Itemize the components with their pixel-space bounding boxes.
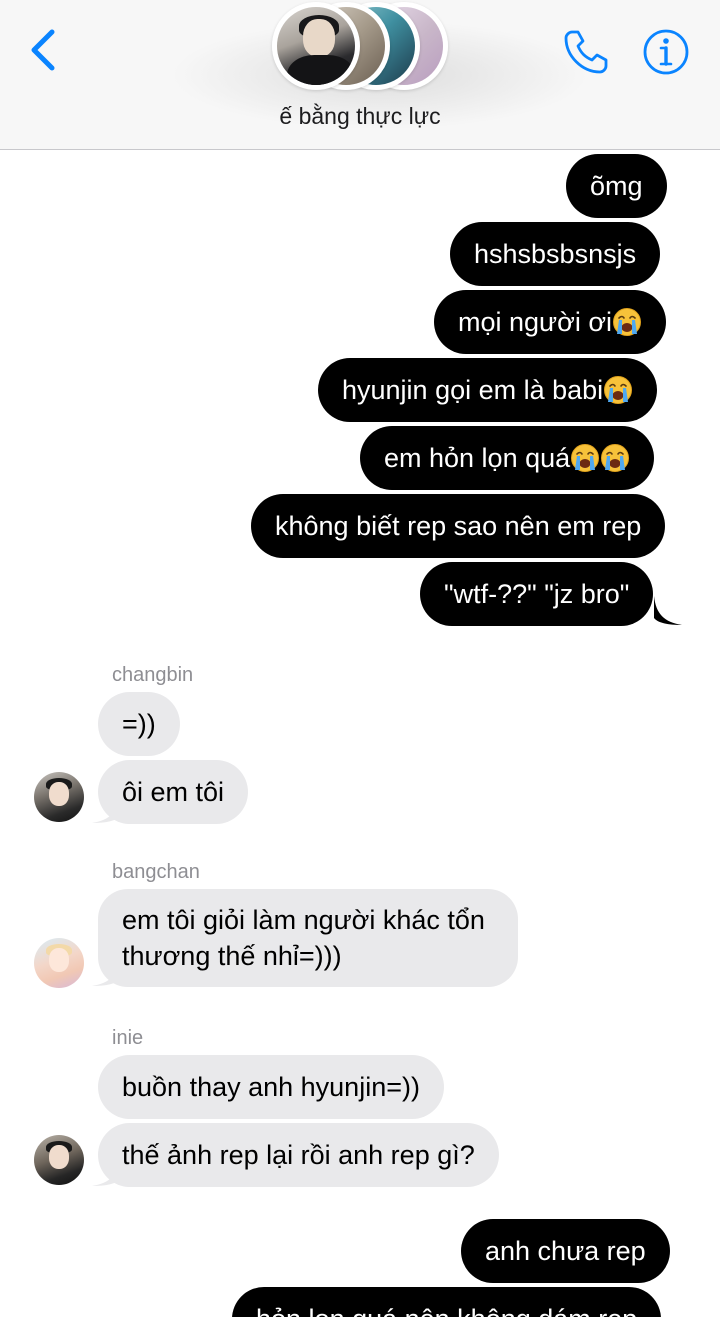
back-button[interactable] <box>26 26 66 74</box>
message-text: hỏn lọn quá nên không dám rep <box>256 1304 637 1317</box>
incoming-message[interactable]: em tôi giỏi làm người khác tổn thương th… <box>98 889 518 987</box>
outgoing-message[interactable]: hỏn lọn quá nên không dám rep <box>232 1287 662 1317</box>
message-text: em tôi giỏi làm người khác tổn thương th… <box>122 905 485 971</box>
group-name[interactable]: ế bằng thực lực <box>0 103 720 130</box>
bubble-tail <box>92 794 120 823</box>
avatar[interactable] <box>34 772 84 822</box>
outgoing-message[interactable]: anh chưa rep <box>461 1219 670 1283</box>
message-text: buồn thay anh hyunjin=)) <box>122 1072 420 1102</box>
chevron-left-icon <box>31 29 55 71</box>
info-icon <box>643 29 689 75</box>
call-button[interactable] <box>560 26 612 78</box>
conversation-header: ế bằng thực lực <box>0 0 720 150</box>
outgoing-message[interactable]: hshsbsbsnsjs <box>450 222 661 286</box>
message-text: thế ảnh rep lại rồi anh rep gì? <box>122 1140 475 1170</box>
group-avatar <box>272 2 360 90</box>
outgoing-message[interactable]: mọi người ơi <box>434 290 667 354</box>
message-text: hyunjin gọi em là babi <box>342 375 604 405</box>
crying-face-icon <box>603 375 633 405</box>
incoming-message[interactable]: ôi em tôi <box>98 760 249 824</box>
bubble-tail <box>92 957 120 986</box>
group-avatar-stack[interactable] <box>268 2 458 94</box>
bubble-tail <box>92 1157 120 1186</box>
sender-name: bangchan <box>112 861 200 883</box>
message-text: mọi người ơi <box>458 307 613 337</box>
outgoing-message[interactable]: không biết rep sao nên em rep <box>251 494 666 558</box>
phone-icon <box>564 30 608 74</box>
avatar[interactable] <box>34 938 84 988</box>
crying-face-icon <box>612 307 642 337</box>
sender-name: changbin <box>112 664 194 686</box>
outgoing-message[interactable]: "wtf-??" "jz bro" <box>420 562 654 626</box>
message-text: =)) <box>122 709 156 739</box>
crying-face-icon <box>570 443 600 473</box>
message-text: anh chưa rep <box>485 1236 646 1266</box>
message-text: ôi em tôi <box>122 777 225 807</box>
message-text: không biết rep sao nên em rep <box>275 511 642 541</box>
message-text: hshsbsbsnsjs <box>474 239 637 269</box>
crying-face-icon <box>600 443 630 473</box>
sender-name: inie <box>112 1027 144 1049</box>
incoming-message[interactable]: buồn thay anh hyunjin=)) <box>98 1055 444 1119</box>
bubble-tail <box>654 596 682 625</box>
message-text: õmg <box>590 171 643 201</box>
message-text: "wtf-??" "jz bro" <box>444 579 630 609</box>
outgoing-message[interactable]: em hỏn lọn quá <box>360 426 655 490</box>
avatar[interactable] <box>34 1135 84 1185</box>
info-button[interactable] <box>640 26 692 78</box>
outgoing-message[interactable]: õmg <box>566 154 667 218</box>
incoming-message[interactable]: =)) <box>98 692 180 756</box>
message-text: em hỏn lọn quá <box>384 443 571 473</box>
outgoing-message[interactable]: hyunjin gọi em là babi <box>318 358 658 422</box>
incoming-message[interactable]: thế ảnh rep lại rồi anh rep gì? <box>98 1123 499 1187</box>
